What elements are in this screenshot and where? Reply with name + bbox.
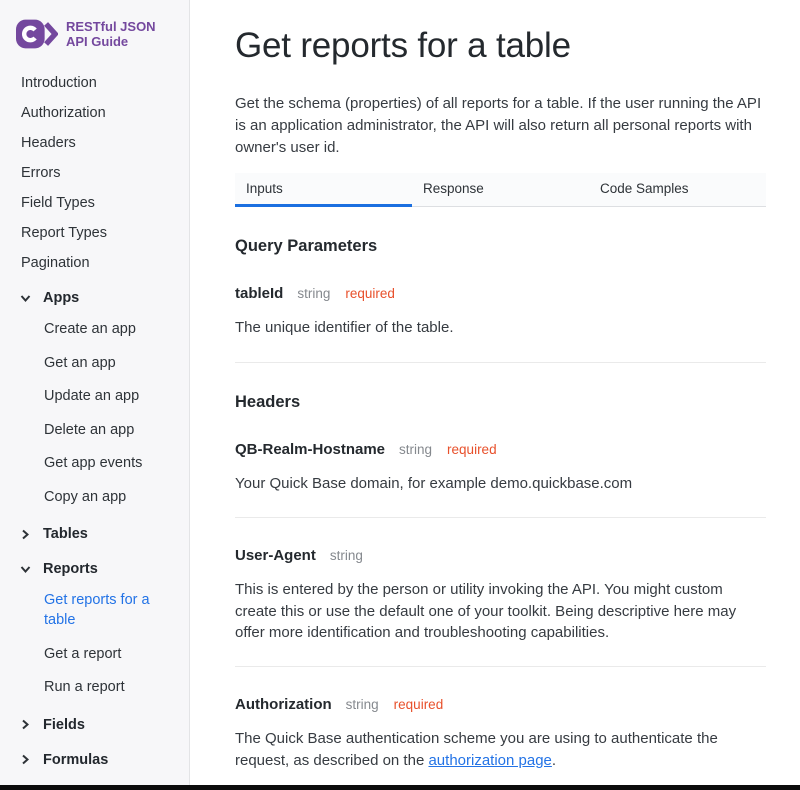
sidebar-group-reports-label: Reports [43,561,98,577]
logo[interactable]: RESTful JSON API Guide [0,16,189,60]
sidebar-group-records[interactable]: Records [0,780,189,785]
param-type: string [297,286,330,301]
tab-code-samples[interactable]: Code Samples [589,173,766,206]
sidebar-group-apps-label: Apps [43,290,79,306]
param-name: tableId [235,285,283,302]
section-heading-query-parameters: Query Parameters [235,237,766,256]
param-description-text: . [552,752,556,769]
sidebar-item-headers[interactable]: Headers [0,128,189,158]
logo-title-line1: RESTful JSON [66,19,156,34]
sidebar-item-create-an-app[interactable]: Create an app [0,313,189,347]
chevron-down-icon [19,563,32,576]
param-required-badge: required [345,286,395,301]
tab-response[interactable]: Response [412,173,589,206]
param-description: The Quick Base authentication scheme you… [235,728,766,771]
sidebar-group-formulas-label: Formulas [43,752,108,768]
param-description: Your Quick Base domain, for example demo… [235,473,766,494]
chevron-right-icon [19,528,32,541]
sidebar-item-get-a-report[interactable]: Get a report [0,638,189,672]
sidebar-group-reports[interactable]: Reports [0,554,189,584]
chevron-down-icon [19,292,32,305]
param-type: string [330,548,363,563]
param-row-authorization: Authorization string required [235,696,766,713]
sidebar-item-pagination[interactable]: Pagination [0,248,189,278]
sidebar-item-authorization[interactable]: Authorization [0,98,189,128]
param-type: string [399,442,432,457]
param-name: User-Agent [235,547,316,564]
sidebar-group-tables[interactable]: Tables [0,519,189,549]
sidebar-item-copy-an-app[interactable]: Copy an app [0,481,189,515]
chevron-right-icon [19,718,32,731]
divider [235,362,766,363]
tab-bar: Inputs Response Code Samples [235,173,766,207]
tab-inputs[interactable]: Inputs [235,173,412,206]
sidebar-nav: Introduction Authorization Headers Error… [0,68,189,785]
section-heading-headers: Headers [235,393,766,412]
page-title: Get reports for a table [235,26,766,66]
param-row-tableid: tableId string required [235,285,766,302]
param-name: Authorization [235,696,332,713]
sidebar-group-tables-label: Tables [43,526,88,542]
param-required-badge: required [394,697,444,712]
page-description: Get the schema (properties) of all repor… [235,93,766,158]
param-type: string [346,697,379,712]
divider [235,517,766,518]
divider [235,666,766,667]
app-window: RESTful JSON API Guide Introduction Auth… [0,0,800,785]
sidebar-item-get-an-app[interactable]: Get an app [0,347,189,381]
sidebar-group-apps[interactable]: Apps [0,283,189,313]
sidebar-group-fields-label: Fields [43,717,85,733]
param-row-qb-realm-hostname: QB-Realm-Hostname string required [235,441,766,458]
sidebar-item-report-types[interactable]: Report Types [0,218,189,248]
main-content: Get reports for a table Get the schema (… [190,0,800,785]
sidebar-item-run-a-report[interactable]: Run a report [0,671,189,705]
sidebar-group-fields[interactable]: Fields [0,710,189,740]
sidebar-item-field-types[interactable]: Field Types [0,188,189,218]
authorization-page-link[interactable]: authorization page [428,752,551,769]
param-description: This is entered by the person or utility… [235,579,766,643]
sidebar-item-errors[interactable]: Errors [0,158,189,188]
window-bottom-edge [0,785,800,790]
sidebar: RESTful JSON API Guide Introduction Auth… [0,0,190,785]
sidebar-item-introduction[interactable]: Introduction [0,68,189,98]
param-name: QB-Realm-Hostname [235,441,385,458]
sidebar-group-formulas[interactable]: Formulas [0,745,189,775]
quickbase-logo-icon [16,18,58,50]
sidebar-item-get-reports-for-a-table[interactable]: Get reports for a table [0,584,189,637]
sidebar-item-update-an-app[interactable]: Update an app [0,380,189,414]
logo-title: RESTful JSON API Guide [66,19,156,50]
param-required-badge: required [447,442,497,457]
param-description: The unique identifier of the table. [235,317,766,338]
sidebar-item-delete-an-app[interactable]: Delete an app [0,414,189,448]
logo-title-line2: API Guide [66,34,156,49]
param-row-user-agent: User-Agent string [235,547,766,564]
chevron-right-icon [19,753,32,766]
sidebar-item-get-app-events[interactable]: Get app events [0,447,189,481]
